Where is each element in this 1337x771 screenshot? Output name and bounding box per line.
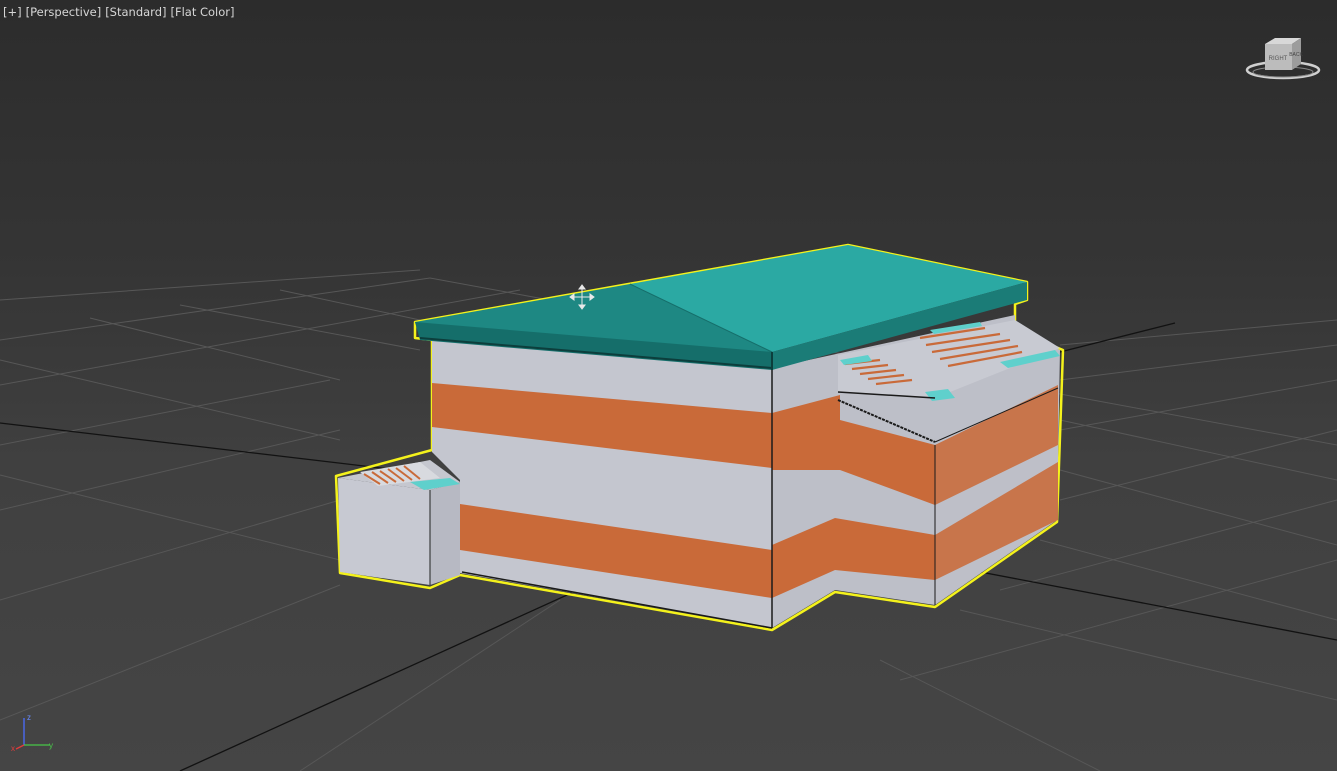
axis-y-label: y	[49, 741, 53, 750]
scene-canvas[interactable]: RIGHT BACK z x y	[0, 0, 1337, 771]
perspective-viewport[interactable]: [+] [Perspective] [Standard] [Flat Color…	[0, 0, 1337, 771]
viewcube-face-left-label: RIGHT	[1269, 56, 1288, 62]
building-model[interactable]	[334, 243, 1065, 632]
axis-x-label: x	[11, 744, 15, 753]
annex-block	[338, 460, 460, 585]
front-wall	[432, 340, 773, 629]
viewcube-face-right-label: BACK	[1289, 52, 1303, 58]
axis-z-label: z	[27, 713, 31, 722]
axis-tripod: z x y	[11, 713, 53, 753]
viewcube[interactable]: RIGHT BACK	[1245, 38, 1321, 80]
